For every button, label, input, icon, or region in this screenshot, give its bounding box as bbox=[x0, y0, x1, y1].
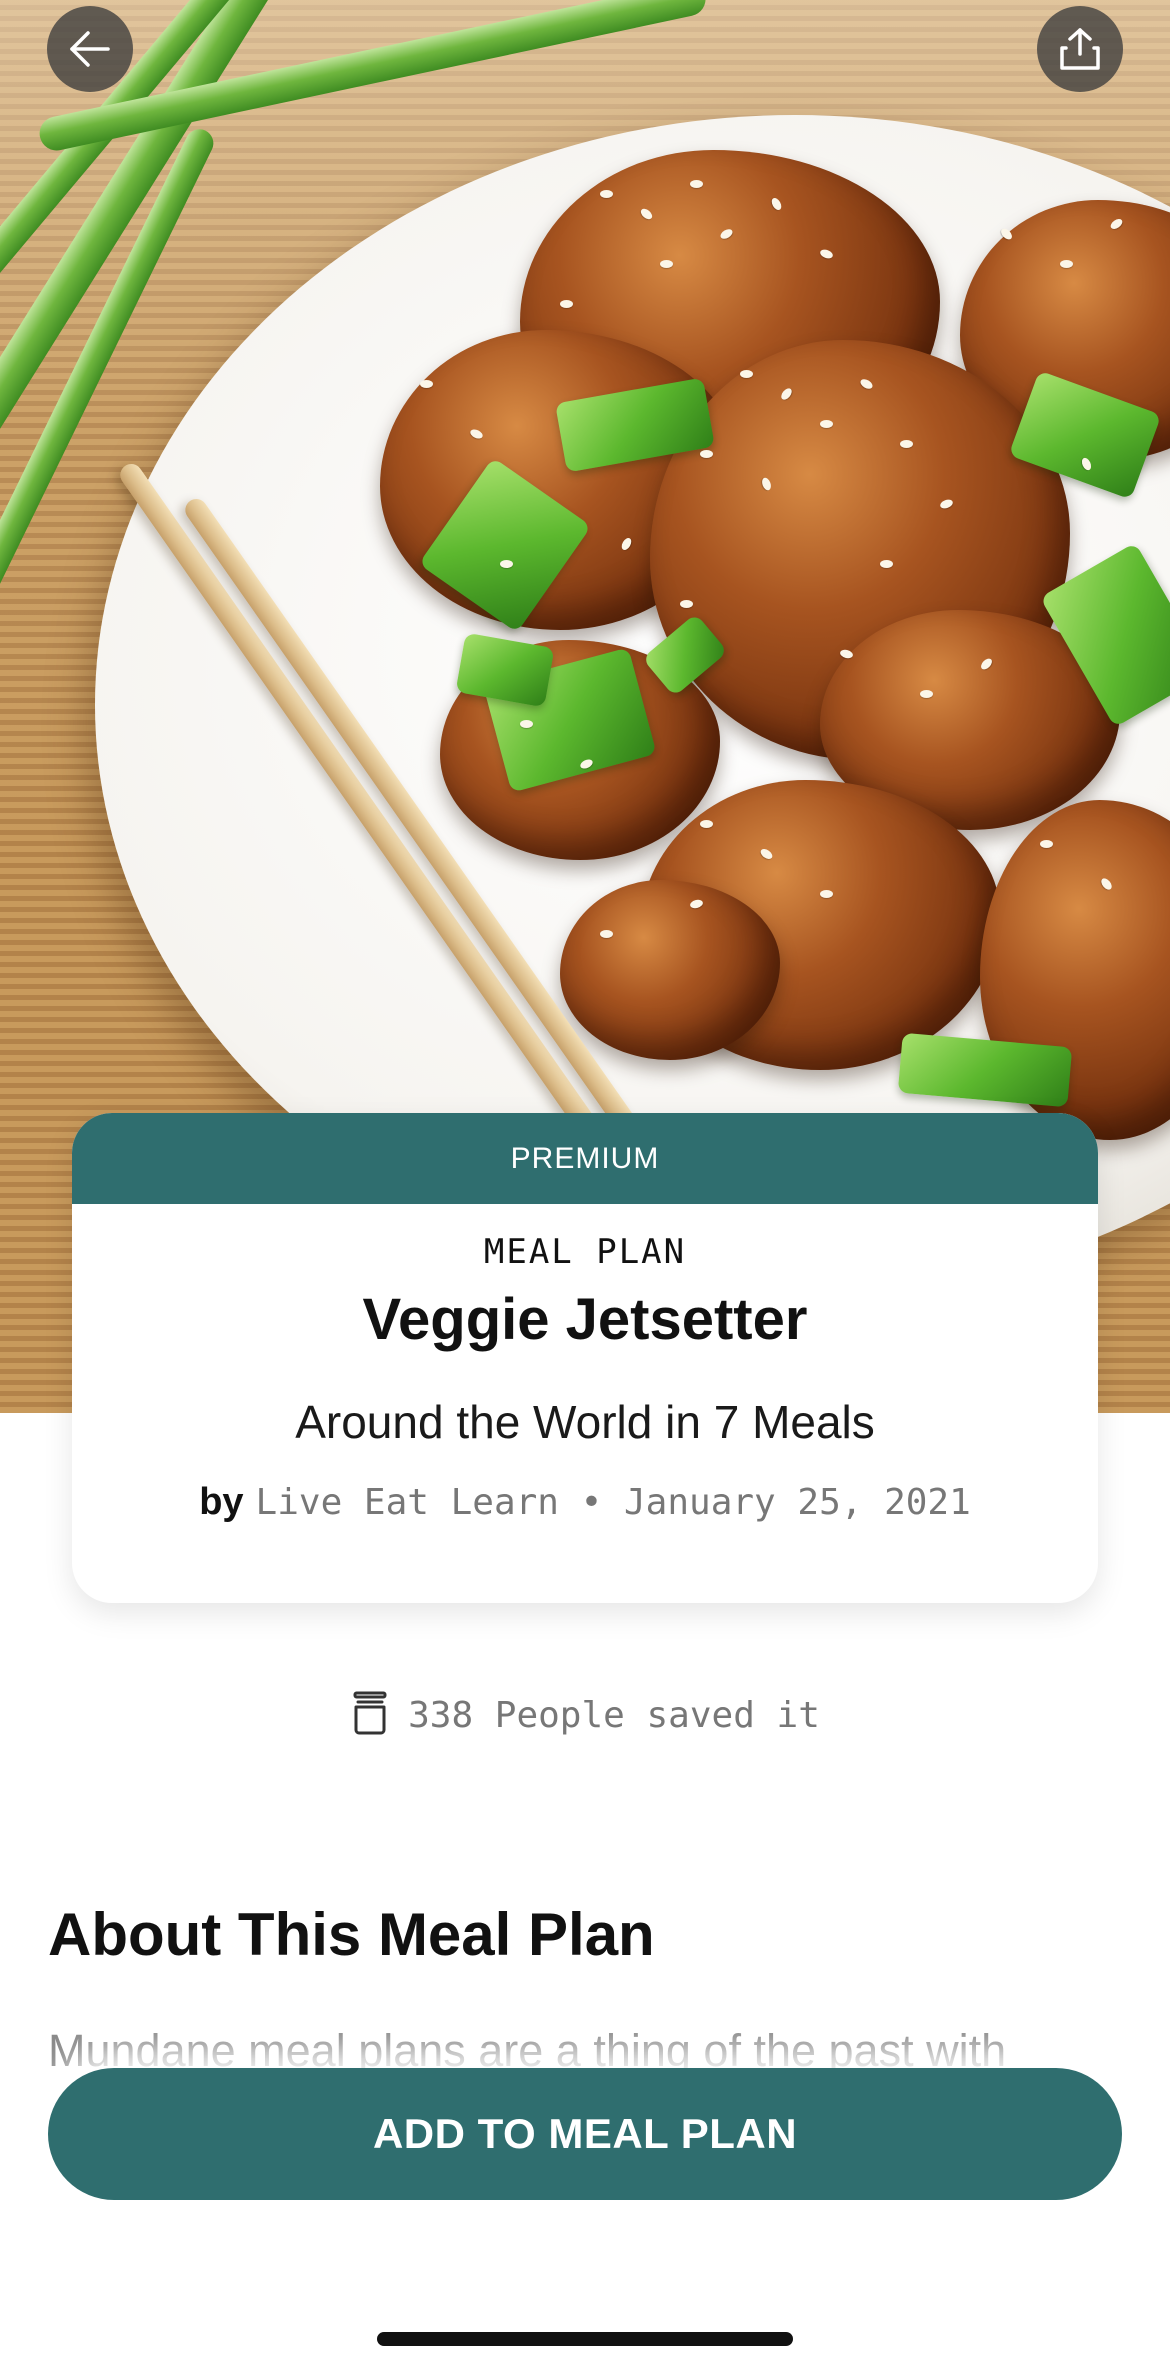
share-upload-icon bbox=[1057, 26, 1103, 72]
arrow-left-icon bbox=[68, 27, 112, 71]
saved-count-row: 338 People saved it bbox=[0, 1690, 1170, 1740]
meal-plan-subtitle: Around the World in 7 Meals bbox=[295, 1396, 875, 1448]
jar-icon bbox=[350, 1690, 390, 1740]
author-and-date[interactable]: Live Eat Learn • January 25, 2021 bbox=[256, 1482, 971, 1523]
content-type-label: MEAL PLAN bbox=[483, 1232, 687, 1272]
back-button[interactable] bbox=[47, 6, 133, 92]
add-to-meal-plan-button[interactable]: ADD TO MEAL PLAN bbox=[48, 2068, 1122, 2200]
meal-plan-title: Veggie Jetsetter bbox=[362, 1287, 808, 1352]
by-label: by bbox=[199, 1481, 244, 1523]
share-button[interactable] bbox=[1037, 6, 1123, 92]
about-heading: About This Meal Plan bbox=[48, 1901, 655, 1968]
premium-badge: PREMIUM bbox=[72, 1113, 1098, 1204]
home-indicator[interactable] bbox=[377, 2332, 793, 2346]
meal-plan-info-card: PREMIUM MEAL PLAN Veggie Jetsetter Aroun… bbox=[72, 1113, 1098, 1603]
saved-count-text: 338 People saved it bbox=[408, 1694, 820, 1736]
byline: by Live Eat Learn • January 25, 2021 bbox=[72, 1479, 1098, 1524]
